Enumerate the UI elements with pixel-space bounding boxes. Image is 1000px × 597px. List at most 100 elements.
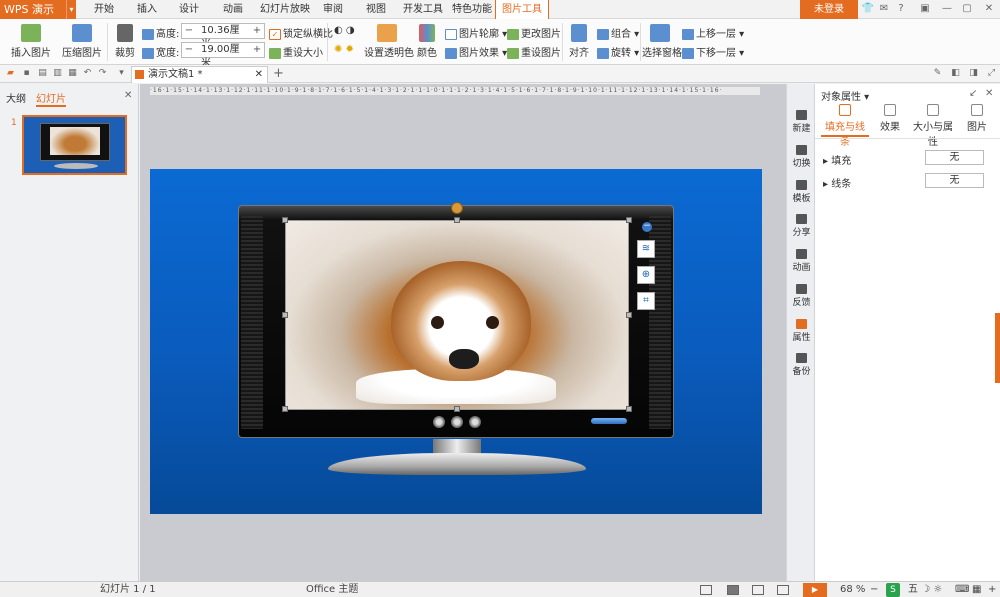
pen-icon[interactable]: ✎ bbox=[932, 68, 943, 79]
tab-developer[interactable]: 开发工具 bbox=[397, 0, 449, 19]
contrast-button[interactable]: ✺ ✹ bbox=[334, 44, 354, 55]
tool-template[interactable]: 模板 bbox=[787, 180, 816, 204]
zoom-in-icon[interactable]: ⊕ bbox=[637, 266, 655, 284]
share-icon[interactable]: ◧ bbox=[950, 68, 961, 79]
selection-pane-button[interactable]: 选择窗格 bbox=[642, 24, 682, 59]
set-transparent-button[interactable]: 设置透明色 bbox=[364, 24, 414, 59]
tab-size-properties[interactable]: 大小与属性 bbox=[910, 104, 956, 148]
slide-thumbnail[interactable] bbox=[22, 115, 127, 175]
tab-insert[interactable]: 插入 bbox=[131, 0, 163, 19]
reset-size-button[interactable]: 重设大小 bbox=[269, 44, 323, 59]
tab-picture-tools[interactable]: 图片工具 bbox=[495, 0, 549, 19]
line-section-toggle[interactable]: ▸ 线条 bbox=[823, 175, 851, 190]
picture-effect-button[interactable]: 图片效果 ▾ bbox=[445, 44, 507, 59]
redo-icon[interactable]: ↷ bbox=[97, 68, 108, 79]
resize-handle[interactable] bbox=[626, 312, 632, 318]
keyboard-icon[interactable]: ⌨ bbox=[955, 582, 969, 597]
restore-window-icon[interactable]: ▣ bbox=[918, 2, 932, 16]
tool-feedback[interactable]: 反馈 bbox=[787, 284, 816, 308]
pin-icon[interactable]: ↙ bbox=[969, 88, 977, 99]
settings-icon[interactable]: ▦ bbox=[972, 582, 981, 597]
close-panel-icon[interactable]: ✕ bbox=[124, 90, 132, 101]
fill-value-dropdown[interactable]: 无 bbox=[925, 150, 984, 165]
tab-view[interactable]: 视图 bbox=[360, 0, 392, 19]
undo-icon[interactable]: ↶ bbox=[82, 68, 93, 79]
height-input[interactable]: − 10.36厘米 + bbox=[181, 23, 265, 50]
slide-sorter-icon[interactable] bbox=[752, 585, 764, 595]
chevron-down-icon[interactable]: ▾ bbox=[66, 0, 76, 19]
zoom-out-icon[interactable]: − bbox=[870, 582, 878, 597]
close-icon[interactable]: ✕ bbox=[985, 88, 993, 99]
export-pdf-icon[interactable]: ▤ bbox=[37, 68, 48, 79]
print-preview-icon[interactable]: ▦ bbox=[67, 68, 78, 79]
input-method-icon[interactable]: S bbox=[886, 583, 900, 597]
crop-icon[interactable]: ⌗ bbox=[637, 292, 655, 310]
line-value-dropdown[interactable]: 无 bbox=[925, 173, 984, 188]
resize-handle[interactable] bbox=[626, 217, 632, 223]
tab-features[interactable]: 特色功能 bbox=[446, 0, 498, 19]
reset-picture-button[interactable]: 重设图片 bbox=[507, 44, 561, 59]
shirt-icon[interactable]: 👕 bbox=[861, 2, 875, 16]
group-button[interactable]: 组合 ▾ bbox=[597, 25, 639, 40]
play-slideshow-button[interactable]: ▶ bbox=[803, 583, 827, 597]
picture-outline-button[interactable]: 图片轮廓 ▾ bbox=[445, 25, 507, 40]
print-icon[interactable]: ▥ bbox=[52, 68, 63, 79]
send-backward-button[interactable]: 下移一层 ▾ bbox=[682, 44, 744, 59]
ime-mode-icon[interactable]: 五 ☽ ☼ bbox=[908, 582, 942, 597]
maximize-icon[interactable]: ▢ bbox=[960, 2, 974, 16]
tab-fill-line[interactable]: 填充与线条 bbox=[821, 104, 869, 148]
crop-button[interactable]: 裁剪 bbox=[112, 24, 138, 59]
zoom-in-icon[interactable]: + bbox=[988, 582, 996, 597]
tab-effect[interactable]: 效果 bbox=[877, 104, 903, 133]
notes-view-icon[interactable] bbox=[700, 585, 712, 595]
insert-picture-button[interactable]: 插入图片 bbox=[10, 24, 52, 59]
close-tab-icon[interactable]: ✕ bbox=[255, 67, 263, 83]
panel-collapse-handle[interactable] bbox=[995, 313, 1000, 383]
close-icon[interactable]: ✕ bbox=[982, 2, 996, 16]
normal-view-icon[interactable] bbox=[727, 585, 739, 595]
resize-handle[interactable] bbox=[282, 312, 288, 318]
tool-share[interactable]: 分享 bbox=[787, 214, 816, 238]
brightness-button[interactable]: ◐ ◑ bbox=[334, 25, 355, 36]
save-icon[interactable]: ▪ bbox=[21, 68, 32, 79]
resize-handle[interactable] bbox=[454, 217, 460, 223]
panel-title[interactable]: 对象属性 ▾ bbox=[821, 88, 869, 103]
tool-transition[interactable]: 切换 bbox=[787, 145, 816, 169]
tab-slides[interactable]: 幻灯片 bbox=[36, 90, 66, 107]
lock-ratio-checkbox[interactable]: ✓ 锁定纵横比 bbox=[269, 25, 333, 40]
change-picture-button[interactable]: 更改图片 bbox=[507, 25, 561, 40]
dog-picture[interactable] bbox=[285, 220, 629, 410]
expand-icon[interactable]: ⤢ bbox=[986, 68, 997, 79]
slide[interactable]: − ≋ ⊕ ⌗ bbox=[150, 169, 762, 514]
tab-home[interactable]: 开始 bbox=[88, 0, 120, 19]
layers-icon[interactable]: ≋ bbox=[637, 240, 655, 258]
tab-slideshow[interactable]: 幻灯片放映 bbox=[254, 0, 316, 19]
width-input[interactable]: − 19.00厘米 + bbox=[181, 42, 265, 69]
new-tab-icon[interactable]: + bbox=[273, 67, 284, 80]
resize-handle[interactable] bbox=[282, 406, 288, 412]
bring-forward-button[interactable]: 上移一层 ▾ bbox=[682, 25, 744, 40]
monitor-image[interactable]: − ≋ ⊕ ⌗ bbox=[238, 202, 674, 438]
customize-dropdown-icon[interactable]: ▾ bbox=[116, 68, 127, 79]
tools-icon[interactable]: ◨ bbox=[968, 68, 979, 79]
app-menu-button[interactable]: WPS 演示 ▾ bbox=[0, 0, 76, 19]
resize-handle[interactable] bbox=[454, 406, 460, 412]
login-button[interactable]: 未登录 bbox=[800, 0, 858, 19]
tool-properties[interactable]: 属性 bbox=[787, 319, 816, 343]
plus-icon[interactable]: + bbox=[250, 43, 264, 57]
help-icon[interactable]: ? bbox=[894, 2, 908, 16]
tab-outline[interactable]: 大纲 bbox=[6, 90, 26, 105]
minus-circle-icon[interactable]: − bbox=[642, 222, 652, 232]
tool-new[interactable]: 新建 bbox=[787, 110, 816, 134]
tab-picture[interactable]: 图片 bbox=[965, 104, 989, 133]
color-button[interactable]: 颜色 bbox=[414, 24, 440, 59]
document-tab[interactable]: 演示文稿1 * ✕ bbox=[131, 66, 268, 83]
reading-view-icon[interactable] bbox=[777, 585, 789, 595]
rotate-button[interactable]: 旋转 ▾ bbox=[597, 44, 639, 59]
tool-backup[interactable]: 备份 bbox=[787, 353, 816, 377]
resize-handle[interactable] bbox=[626, 406, 632, 412]
tab-design[interactable]: 设计 bbox=[173, 0, 205, 19]
chat-icon[interactable]: ✉ bbox=[877, 2, 891, 16]
align-button[interactable]: 对齐 bbox=[566, 24, 592, 59]
rotate-handle-icon[interactable] bbox=[451, 202, 463, 214]
